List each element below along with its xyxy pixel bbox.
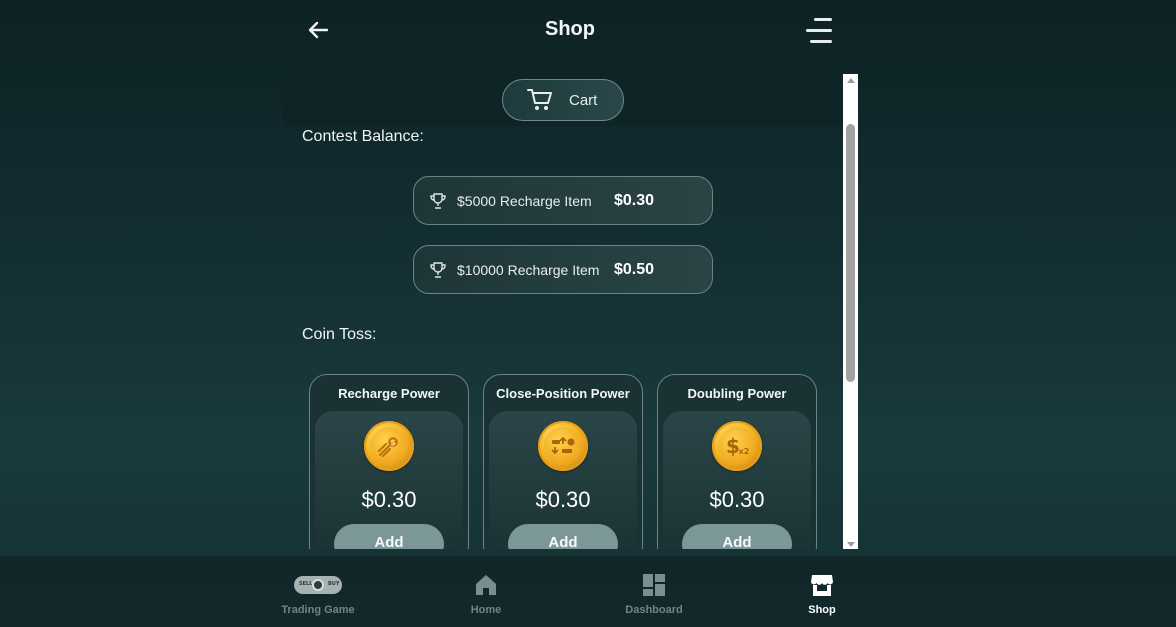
cart-strip: Cart	[282, 74, 843, 126]
sell-buy-toggle-icon: SELL BUY	[294, 576, 342, 594]
recharge-coin-icon: $	[364, 421, 414, 471]
recharge-item-name: $10000 Recharge Item	[457, 261, 600, 278]
cart-label: Cart	[569, 91, 598, 109]
recharge-item-price: $0.50	[614, 260, 655, 278]
recharge-item-10000[interactable]: $10000 Recharge Item $0.50	[413, 245, 713, 294]
shopping-cart-icon	[527, 89, 552, 110]
nav-label: Shop	[808, 604, 836, 616]
trophy-icon	[430, 192, 446, 209]
add-doubling-power-button[interactable]: Add	[682, 524, 792, 549]
coin-toss-heading: Coin Toss:	[302, 326, 377, 343]
contest-balance-heading: Contest Balance:	[302, 128, 424, 145]
toggle-sell-label: SELL	[299, 581, 313, 587]
recharge-item-price: $0.30	[614, 191, 655, 209]
power-card-title: Close-Position Power	[496, 386, 630, 401]
top-bar: Shop	[282, 0, 858, 60]
dashboard-icon	[643, 574, 665, 596]
recharge-item-5000[interactable]: $5000 Recharge Item $0.30	[413, 176, 713, 225]
svg-text:$: $	[390, 438, 396, 447]
power-card-recharge: Recharge Power $ $0.30 Add	[309, 374, 469, 549]
scrollbar[interactable]	[843, 74, 858, 549]
power-card-title: Recharge Power	[338, 386, 440, 401]
nav-label: Trading Game	[281, 604, 355, 616]
scroll-down-arrow-icon[interactable]	[847, 542, 855, 547]
trophy-icon	[430, 261, 446, 278]
power-card-title: Doubling Power	[687, 386, 787, 401]
bottom-navigation: SELL BUY Trading Game Home Dashboard Sho…	[0, 556, 1176, 627]
nav-trading-game[interactable]: SELL BUY Trading Game	[263, 572, 373, 616]
scrollbar-thumb[interactable]	[846, 124, 855, 382]
nav-home[interactable]: Home	[431, 572, 541, 616]
nav-dashboard[interactable]: Dashboard	[599, 572, 709, 616]
hamburger-menu-icon	[814, 18, 832, 21]
cart-button[interactable]: Cart	[502, 79, 624, 121]
power-card-body: $ $0.30 Add	[315, 411, 463, 549]
shop-content: Cart Contest Balance: $5000 Recharge Ite…	[282, 74, 858, 549]
nav-shop[interactable]: Shop	[767, 572, 877, 616]
nav-label: Dashboard	[625, 604, 683, 616]
page-title: Shop	[545, 18, 595, 40]
nav-label: Home	[470, 604, 502, 616]
add-close-position-power-button[interactable]: Add	[508, 524, 618, 549]
toggle-buy-label: BUY	[328, 581, 340, 587]
doubling-coin-icon: $ x2	[712, 421, 762, 471]
home-icon	[476, 575, 496, 595]
add-recharge-power-button[interactable]: Add	[334, 524, 444, 549]
power-price: $0.30	[709, 487, 765, 512]
power-price: $0.30	[361, 487, 417, 512]
scroll-up-arrow-icon[interactable]	[847, 78, 855, 83]
power-card-close-position: Close-Position Power $0.30 Add	[483, 374, 643, 549]
recharge-item-name: $5000 Recharge Item	[457, 192, 592, 209]
close-position-coin-icon	[538, 421, 588, 471]
power-price: $0.30	[535, 487, 591, 512]
svg-text:x2: x2	[739, 447, 750, 456]
power-card-body: $0.30 Add	[489, 411, 637, 549]
menu-button[interactable]	[804, 18, 832, 44]
power-card-doubling: Doubling Power $ x2 $0.30 Add	[657, 374, 817, 549]
shop-icon	[811, 575, 833, 596]
power-card-body: $ x2 $0.30 Add	[663, 411, 811, 549]
